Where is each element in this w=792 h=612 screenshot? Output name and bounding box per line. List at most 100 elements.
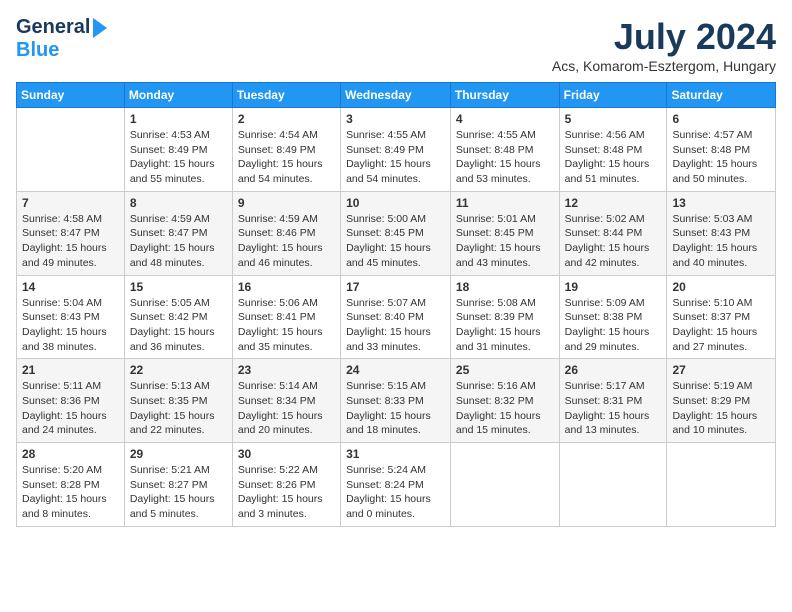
logo: General Blue [16, 16, 107, 62]
day-number: 28 [22, 447, 119, 461]
calendar-cell: 3Sunrise: 4:55 AM Sunset: 8:49 PM Daylig… [341, 108, 451, 192]
day-number: 10 [346, 196, 445, 210]
day-info: Sunrise: 5:06 AM Sunset: 8:41 PM Dayligh… [238, 296, 335, 355]
title-area: July 2024 Acs, Komarom-Esztergom, Hungar… [552, 16, 776, 74]
calendar-cell: 21 Sunrise: 5:11 AM Sunset: 8:36 PM Dayli… [17, 359, 125, 443]
calendar-cell [17, 108, 125, 192]
calendar-cell: 7 Sunrise: 4:58 AM Sunset: 8:47 PM Daylig… [17, 191, 125, 275]
day-number: 24 [346, 363, 445, 377]
day-info: Sunrise: 4:55 AM Sunset: 8:48 PM Dayligh… [456, 128, 554, 187]
day-info: Sunrise: 5:03 AM Sunset: 8:43 PM Dayligh… [672, 212, 770, 271]
day-info: Sunrise: 4:54 AM Sunset: 8:49 PM Dayligh… [238, 128, 335, 187]
day-number: 7 [22, 196, 119, 210]
calendar-cell: 9 Sunrise: 4:59 AM Sunset: 8:46 PM Daylig… [232, 191, 340, 275]
day-number: 23 [238, 363, 335, 377]
calendar-cell: 19 Sunrise: 5:09 AM Sunset: 8:38 PM Dayli… [559, 275, 667, 359]
weekday-header-monday: Monday [124, 83, 232, 108]
day-number: 29 [130, 447, 227, 461]
weekday-header-friday: Friday [559, 83, 667, 108]
calendar-cell: 26Sunrise: 5:17 AM Sunset: 8:31 PM Dayli… [559, 359, 667, 443]
calendar-cell: 1 Sunrise: 4:53 AM Sunset: 8:49 PM Daylig… [124, 108, 232, 192]
calendar-cell: 12 Sunrise: 5:02 AM Sunset: 8:44 PM Dayli… [559, 191, 667, 275]
calendar-cell: 10 Sunrise: 5:00 AM Sunset: 8:45 PM Dayli… [341, 191, 451, 275]
calendar-cell: 13 Sunrise: 5:03 AM Sunset: 8:43 PM Dayli… [667, 191, 776, 275]
day-info: Sunrise: 4:59 AM Sunset: 8:47 PM Dayligh… [130, 212, 227, 271]
calendar-cell: 4 Sunrise: 4:55 AM Sunset: 8:48 PM Daylig… [450, 108, 559, 192]
calendar-cell: 16 Sunrise: 5:06 AM Sunset: 8:41 PM Dayli… [232, 275, 340, 359]
calendar-cell: 5 Sunrise: 4:56 AM Sunset: 8:48 PM Daylig… [559, 108, 667, 192]
day-number: 8 [130, 196, 227, 210]
day-info: Sunrise: 5:01 AM Sunset: 8:45 PM Dayligh… [456, 212, 554, 271]
day-number: 11 [456, 196, 554, 210]
page-header: General Blue July 2024 Acs, Komarom-Eszt… [16, 16, 776, 74]
calendar-cell: 8 Sunrise: 4:59 AM Sunset: 8:47 PM Daylig… [124, 191, 232, 275]
calendar-cell: 15 Sunrise: 5:05 AM Sunset: 8:42 PM Dayli… [124, 275, 232, 359]
calendar-cell: 29 Sunrise: 5:21 AM Sunset: 8:27 PM Dayli… [124, 443, 232, 527]
logo-blue-text: Blue [16, 39, 59, 61]
weekday-header-sunday: Sunday [17, 83, 125, 108]
calendar-cell: 20 Sunrise: 5:10 AM Sunset: 8:37 PM Dayli… [667, 275, 776, 359]
day-number: 17 [346, 280, 445, 294]
day-number: 27 [672, 363, 770, 377]
day-number: 30 [238, 447, 335, 461]
day-info: Sunrise: 5:05 AM Sunset: 8:42 PM Dayligh… [130, 296, 227, 355]
calendar-cell [559, 443, 667, 527]
week-row-5: 28Sunrise: 5:20 AM Sunset: 8:28 PM Dayli… [17, 443, 776, 527]
day-info: Sunrise: 5:09 AM Sunset: 8:38 PM Dayligh… [565, 296, 662, 355]
day-info: Sunrise: 5:02 AM Sunset: 8:44 PM Dayligh… [565, 212, 662, 271]
calendar-cell: 11 Sunrise: 5:01 AM Sunset: 8:45 PM Dayli… [450, 191, 559, 275]
week-row-3: 14 Sunrise: 5:04 AM Sunset: 8:43 PM Dayli… [17, 275, 776, 359]
main-title: July 2024 [552, 16, 776, 58]
day-info: Sunrise: 5:00 AM Sunset: 8:45 PM Dayligh… [346, 212, 445, 271]
day-number: 13 [672, 196, 770, 210]
day-info: Sunrise: 5:19 AM Sunset: 8:29 PM Dayligh… [672, 379, 770, 438]
day-info: Sunrise: 5:24 AM Sunset: 8:24 PM Dayligh… [346, 463, 445, 522]
subtitle: Acs, Komarom-Esztergom, Hungary [552, 58, 776, 74]
day-info: Sunrise: 5:22 AM Sunset: 8:26 PM Dayligh… [238, 463, 335, 522]
day-number: 15 [130, 280, 227, 294]
weekday-header-wednesday: Wednesday [341, 83, 451, 108]
weekday-header-saturday: Saturday [667, 83, 776, 108]
day-number: 3 [346, 112, 445, 126]
day-info: Sunrise: 5:14 AM Sunset: 8:34 PM Dayligh… [238, 379, 335, 438]
day-number: 21 [22, 363, 119, 377]
day-number: 9 [238, 196, 335, 210]
day-info: Sunrise: 5:21 AM Sunset: 8:27 PM Dayligh… [130, 463, 227, 522]
day-info: Sunrise: 4:56 AM Sunset: 8:48 PM Dayligh… [565, 128, 662, 187]
week-row-1: 1 Sunrise: 4:53 AM Sunset: 8:49 PM Daylig… [17, 108, 776, 192]
day-info: Sunrise: 5:16 AM Sunset: 8:32 PM Dayligh… [456, 379, 554, 438]
logo-general-text: General [16, 16, 90, 39]
day-info: Sunrise: 5:04 AM Sunset: 8:43 PM Dayligh… [22, 296, 119, 355]
calendar-cell: 14 Sunrise: 5:04 AM Sunset: 8:43 PM Dayli… [17, 275, 125, 359]
day-info: Sunrise: 5:13 AM Sunset: 8:35 PM Dayligh… [130, 379, 227, 438]
day-number: 5 [565, 112, 662, 126]
day-info: Sunrise: 4:58 AM Sunset: 8:47 PM Dayligh… [22, 212, 119, 271]
calendar-cell: 17Sunrise: 5:07 AM Sunset: 8:40 PM Dayli… [341, 275, 451, 359]
calendar-cell: 25 Sunrise: 5:16 AM Sunset: 8:32 PM Dayli… [450, 359, 559, 443]
calendar-cell: 2Sunrise: 4:54 AM Sunset: 8:49 PM Daylig… [232, 108, 340, 192]
day-number: 12 [565, 196, 662, 210]
day-number: 16 [238, 280, 335, 294]
day-info: Sunrise: 4:53 AM Sunset: 8:49 PM Dayligh… [130, 128, 227, 187]
day-number: 1 [130, 112, 227, 126]
day-info: Sunrise: 5:08 AM Sunset: 8:39 PM Dayligh… [456, 296, 554, 355]
calendar-cell: 30 Sunrise: 5:22 AM Sunset: 8:26 PM Dayli… [232, 443, 340, 527]
day-info: Sunrise: 5:11 AM Sunset: 8:36 PM Dayligh… [22, 379, 119, 438]
day-number: 20 [672, 280, 770, 294]
weekday-header-thursday: Thursday [450, 83, 559, 108]
logo-triangle-icon [93, 18, 107, 38]
day-info: Sunrise: 4:59 AM Sunset: 8:46 PM Dayligh… [238, 212, 335, 271]
calendar-cell [667, 443, 776, 527]
day-number: 25 [456, 363, 554, 377]
day-number: 22 [130, 363, 227, 377]
week-row-4: 21 Sunrise: 5:11 AM Sunset: 8:36 PM Dayli… [17, 359, 776, 443]
day-number: 19 [565, 280, 662, 294]
calendar-cell: 28Sunrise: 5:20 AM Sunset: 8:28 PM Dayli… [17, 443, 125, 527]
day-info: Sunrise: 5:17 AM Sunset: 8:31 PM Dayligh… [565, 379, 662, 438]
calendar-table: SundayMondayTuesdayWednesdayThursdayFrid… [16, 82, 776, 527]
calendar-cell: 27 Sunrise: 5:19 AM Sunset: 8:29 PM Dayli… [667, 359, 776, 443]
day-info: Sunrise: 5:10 AM Sunset: 8:37 PM Dayligh… [672, 296, 770, 355]
day-number: 4 [456, 112, 554, 126]
day-number: 14 [22, 280, 119, 294]
calendar-cell: 22 Sunrise: 5:13 AM Sunset: 8:35 PM Dayli… [124, 359, 232, 443]
